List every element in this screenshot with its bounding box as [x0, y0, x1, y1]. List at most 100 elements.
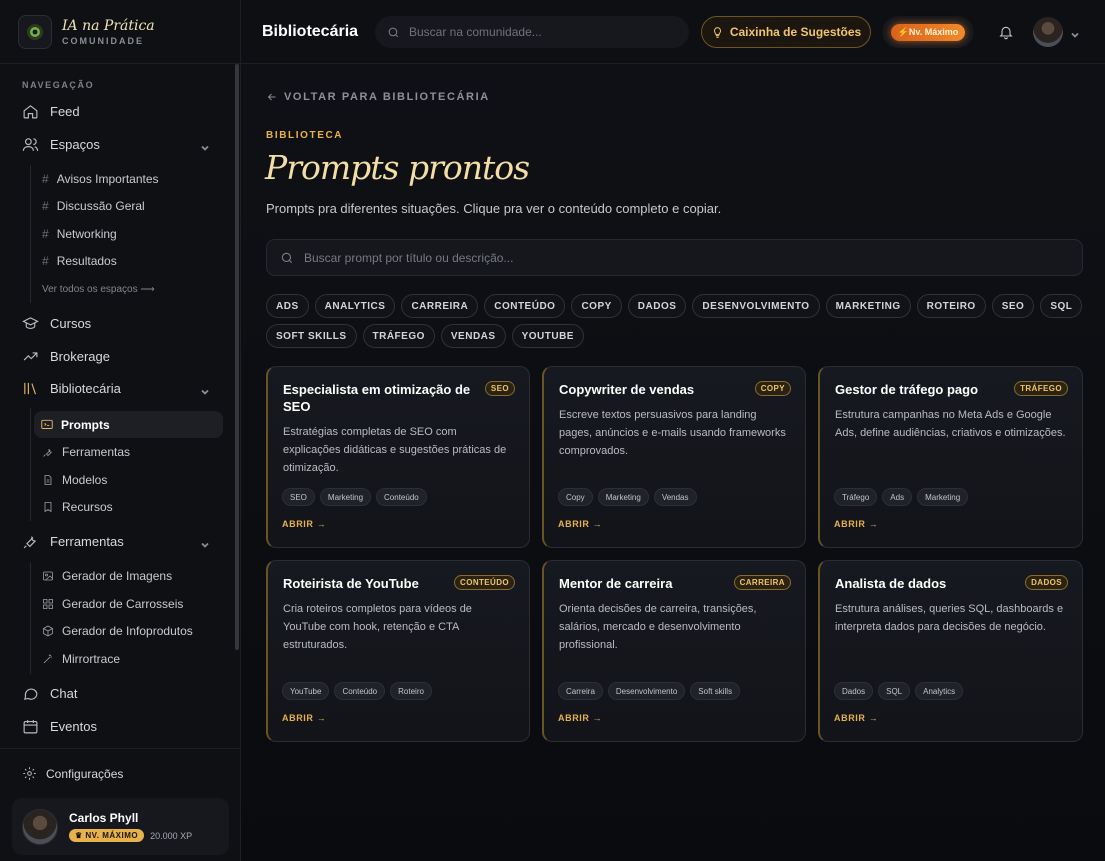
community-search-placeholder: Buscar na comunidade...: [409, 25, 542, 39]
nav-item-feed[interactable]: Feed: [22, 103, 80, 120]
nav-item-brokerage[interactable]: Brokerage: [22, 348, 110, 365]
card-open-link[interactable]: ABRIR →: [558, 713, 602, 723]
sidebar-item-recursos[interactable]: Recursos: [42, 500, 113, 514]
notification-bell-icon[interactable]: [998, 24, 1014, 40]
level-indicator[interactable]: ⚡Nv. Máximo: [882, 16, 974, 48]
card-title: Mentor de carreira: [559, 576, 673, 591]
nav-item-eventos[interactable]: Eventos: [22, 718, 97, 735]
home-icon: [23, 105, 38, 119]
filter-chip[interactable]: SQL: [1040, 294, 1083, 318]
back-link[interactable]: VOLTAR PARA BIBLIOTECÁRIA: [266, 91, 490, 103]
space-item-avisos[interactable]: # Avisos Importantes: [42, 172, 159, 186]
filter-row: ADS ANALYTICS CARREIRA CONTEÚDO COPY DADOS DES…: [266, 294, 1096, 318]
filter-chip[interactable]: YOUTUBE: [511, 324, 584, 348]
main-content: Bibliotecária Buscar na comunidade... Ca…: [241, 0, 1105, 861]
brand-logo-icon: [18, 14, 52, 49]
card-open-link[interactable]: ABRIR →: [558, 519, 602, 529]
tool-item-mirrortrace[interactable]: Mirrortrace: [42, 652, 120, 666]
sidebar-scrollbar[interactable]: [235, 64, 239, 650]
filter-chip[interactable]: DESENVOLVIMENTO: [692, 294, 820, 318]
suggestions-button[interactable]: Caixinha de Sugestões: [701, 16, 871, 48]
filter-chip[interactable]: SOFT SKILLS: [266, 324, 357, 348]
back-link-label: VOLTAR PARA BIBLIOTECÁRIA: [284, 91, 490, 103]
filter-chip[interactable]: CARREIRA: [401, 294, 479, 318]
user-level-text: NV. MÁXIMO: [85, 831, 139, 840]
card-category-badge: SEO: [484, 381, 515, 396]
tool-item-gerador-carrosseis[interactable]: Gerador de Carrosseis: [42, 597, 183, 611]
space-item-label: Resultados: [56, 254, 117, 268]
bibliotecaria-subtree-line: [30, 408, 31, 521]
nav-item-espacos[interactable]: Espaços: [22, 136, 100, 153]
sidebar-item-modelos[interactable]: Modelos: [42, 473, 107, 487]
community-search-input[interactable]: Buscar na comunidade...: [375, 16, 689, 48]
prompt-card[interactable]: Roteirista de YouTube CONTEÚDO Cria rote…: [266, 560, 530, 742]
card-category-badge: CONTEÚDO: [454, 575, 515, 590]
card-category-badge: TRÁFEGO: [1014, 381, 1068, 396]
filter-chip[interactable]: VENDAS: [440, 324, 506, 348]
brand-title: IA na Prática: [62, 17, 155, 34]
filter-chip[interactable]: SEO: [991, 294, 1035, 318]
nav-configuracoes-label: Configurações: [46, 766, 124, 781]
hash-icon: #: [42, 227, 49, 241]
tag-pill: SEO: [282, 488, 315, 506]
filter-chip[interactable]: CONTEÚDO: [484, 294, 566, 318]
topbar: Bibliotecária Buscar na comunidade... Ca…: [241, 0, 1105, 64]
avatar: [22, 808, 58, 845]
prompt-search-input[interactable]: Buscar prompt por título ou descrição...: [266, 239, 1083, 276]
prompt-cards-grid: Especialista em otimização de SEO SEO Es…: [266, 366, 1084, 742]
sidebar-item-ferramentas-lib[interactable]: Ferramentas: [42, 445, 130, 459]
nav-bibliotecaria-label: Bibliotecária: [50, 381, 121, 396]
card-open-link[interactable]: ABRIR →: [282, 519, 326, 529]
filter-chip[interactable]: MARKETING: [825, 294, 911, 318]
nav-item-ferramentas[interactable]: Ferramentas: [22, 533, 124, 550]
filter-chip[interactable]: ROTEIRO: [916, 294, 986, 318]
filter-chip[interactable]: ANALYTICS: [314, 294, 396, 318]
prompt-card[interactable]: Copywriter de vendas COPY Escreve textos…: [542, 366, 806, 548]
filter-chip[interactable]: ADS: [266, 294, 309, 318]
bibliotecaria-chevron-icon[interactable]: [200, 384, 210, 395]
gear-icon: [23, 767, 36, 780]
card-description: Estrutura campanhas no Meta Ads e Google…: [835, 409, 1066, 439]
filter-chip[interactable]: TRÁFEGO: [362, 324, 435, 348]
space-item-networking[interactable]: # Networking: [42, 227, 117, 241]
prompt-card[interactable]: Gestor de tráfego pago TRÁFEGO Estrutura…: [818, 366, 1083, 548]
nav-item-chat[interactable]: Chat: [22, 685, 77, 702]
sidebar-item-prompts[interactable]: Prompts: [34, 411, 223, 438]
card-title: Analista de dados: [835, 576, 947, 591]
prompt-card[interactable]: Especialista em otimização de SEO SEO Es…: [266, 366, 530, 548]
library-icon: [24, 382, 36, 395]
tool-item-gerador-infoprodutos[interactable]: Gerador de Infoprodutos: [42, 624, 193, 638]
filter-chip[interactable]: DADOS: [627, 294, 687, 318]
space-item-discussao[interactable]: # Discussão Geral: [42, 199, 145, 213]
filter-chip[interactable]: COPY: [571, 294, 622, 318]
card-open-link[interactable]: ABRIR →: [834, 519, 878, 529]
espacos-chevron-icon[interactable]: [200, 140, 210, 151]
card-open-link[interactable]: ABRIR →: [282, 713, 326, 723]
hash-icon: #: [42, 172, 49, 186]
tag-pill: Vendas: [653, 488, 697, 506]
card-open-link[interactable]: ABRIR →: [834, 713, 878, 723]
avatar[interactable]: [1033, 17, 1063, 47]
card-description: Escreve textos persuasivos para landing …: [559, 409, 786, 457]
tool-item-label: Gerador de Infoprodutos: [62, 624, 193, 638]
nav-item-bibliotecaria[interactable]: Bibliotecária: [22, 380, 121, 397]
card-category-badge: DADOS: [1025, 575, 1068, 590]
nav-brokerage-label: Brokerage: [50, 349, 110, 364]
tag-pill: Marketing: [597, 488, 649, 506]
ferramentas-chevron-icon[interactable]: [200, 537, 210, 548]
nav-item-cursos[interactable]: Cursos: [22, 315, 91, 332]
account-chevron-down-icon[interactable]: [1070, 27, 1080, 38]
nav-espacos-label: Espaços: [50, 137, 100, 152]
prompt-card[interactable]: Analista de dados DADOS Estrutura anális…: [818, 560, 1083, 742]
tool-item-gerador-imagens[interactable]: Gerador de Imagens: [42, 569, 172, 583]
page-description: Prompts pra diferentes situações. Clique…: [266, 201, 722, 216]
tag-pill: Carreira: [558, 682, 603, 700]
tag-pill: Desenvolvimento: [607, 682, 686, 700]
brand[interactable]: IA na Prática COMUNIDADE: [0, 0, 240, 64]
prompt-card[interactable]: Mentor de carreira CARREIRA Orienta deci…: [542, 560, 806, 742]
space-item-resultados[interactable]: # Resultados: [42, 254, 117, 268]
see-all-spaces-link[interactable]: Ver todos os espaços ⟶: [42, 284, 155, 295]
user-card[interactable]: Carlos Phyll ♛ NV. MÁXIMO 20.000 XP: [12, 798, 229, 855]
nav-item-configuracoes[interactable]: Configurações: [22, 766, 123, 781]
tag-pill: Marketing: [917, 488, 969, 506]
